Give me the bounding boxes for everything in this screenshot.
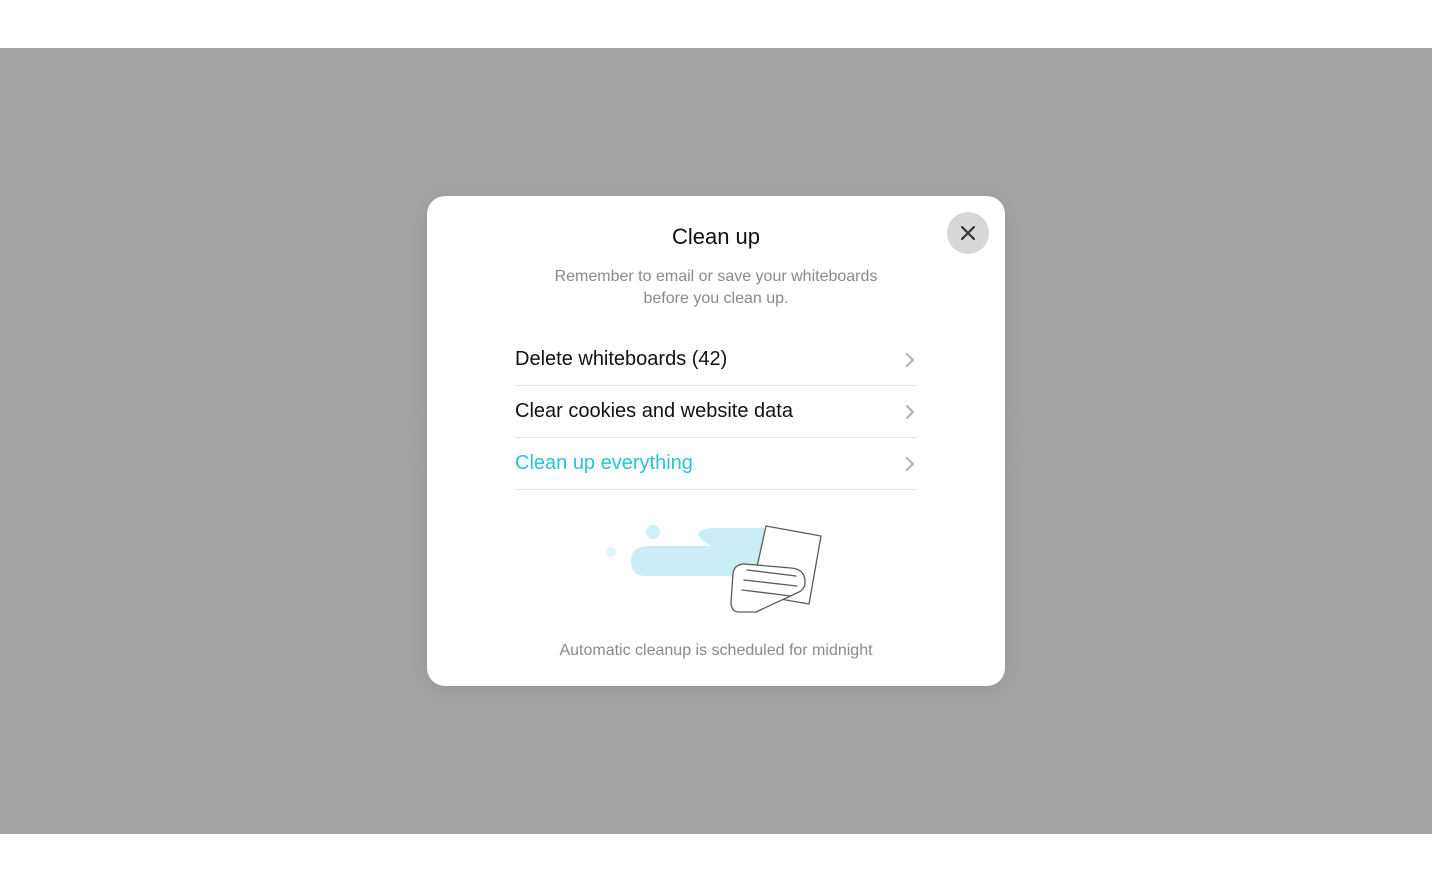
cleanup-schedule-text: Automatic cleanup is scheduled for midni… bbox=[461, 642, 971, 660]
cleanup-modal: Clean up Remember to email or save your … bbox=[427, 196, 1005, 687]
option-label: Clear cookies and website data bbox=[515, 400, 793, 423]
chevron-right-icon bbox=[903, 405, 917, 419]
option-delete-whiteboards[interactable]: Delete whiteboards (42) bbox=[515, 334, 917, 386]
option-clean-everything[interactable]: Clean up everything bbox=[515, 438, 917, 490]
option-clear-cookies[interactable]: Clear cookies and website data bbox=[515, 386, 917, 438]
chevron-right-icon bbox=[903, 353, 917, 367]
cleanup-illustration bbox=[461, 514, 971, 624]
close-icon bbox=[960, 225, 976, 241]
modal-backdrop: Clean up Remember to email or save your … bbox=[0, 48, 1432, 834]
cleanup-options-list: Delete whiteboards (42) Clear cookies an… bbox=[461, 334, 971, 490]
close-button[interactable] bbox=[947, 212, 989, 254]
modal-title: Clean up bbox=[461, 224, 971, 250]
option-label: Clean up everything bbox=[515, 452, 693, 475]
option-label: Delete whiteboards (42) bbox=[515, 348, 727, 371]
wiping-hand-icon bbox=[591, 514, 841, 624]
chevron-right-icon bbox=[903, 457, 917, 471]
modal-subtitle: Remember to email or save your whiteboar… bbox=[536, 266, 896, 311]
